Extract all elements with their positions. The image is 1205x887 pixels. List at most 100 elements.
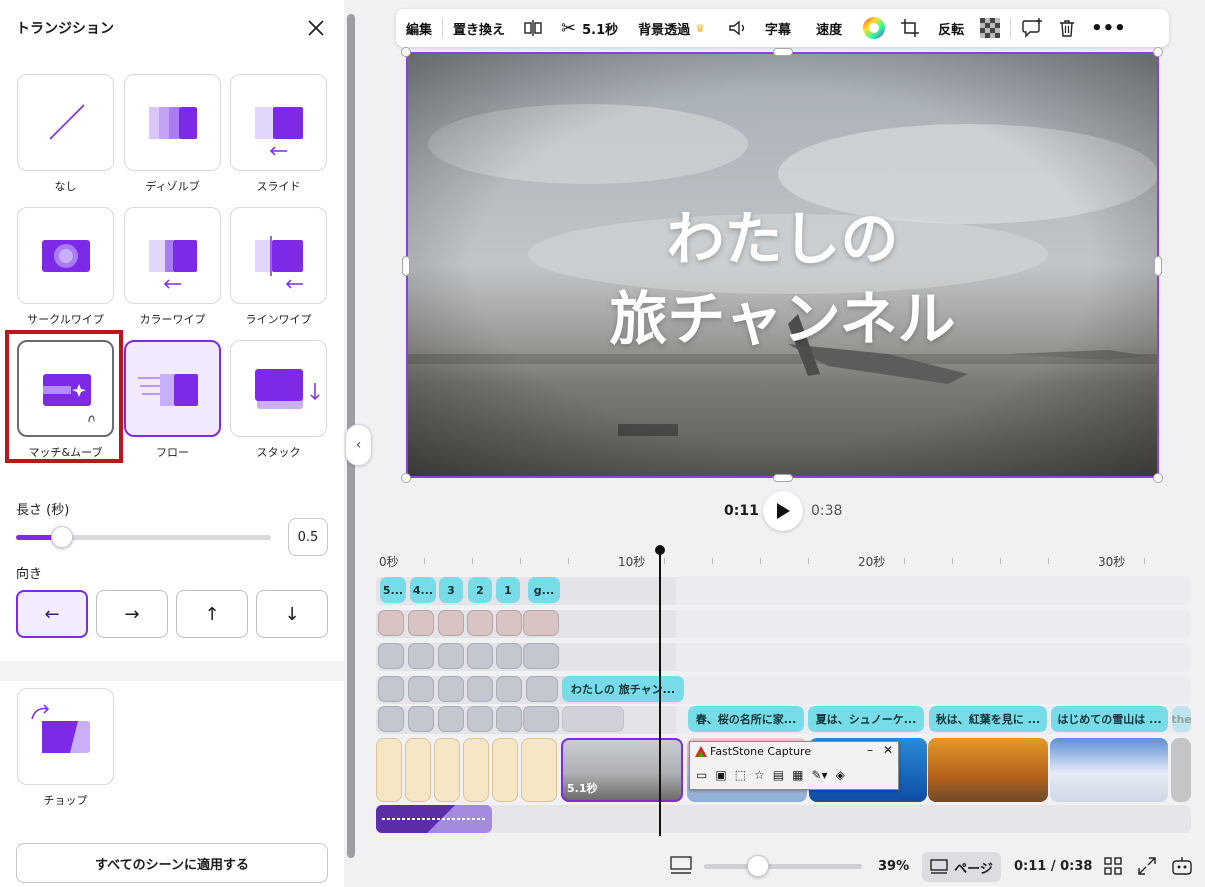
- apply-all-button[interactable]: すべてのシーンに適用する: [16, 843, 328, 883]
- volume-icon[interactable]: [727, 9, 747, 47]
- close-icon[interactable]: ✕: [883, 743, 893, 757]
- faststone-capture-window[interactable]: FastStone Capture – ✕ ▭ ▣ ⬚ ☆ ▤ ▦ ✎▾ ◈: [689, 741, 899, 790]
- speed-button[interactable]: 速度: [816, 9, 842, 47]
- capture-region-icon[interactable]: ⬚: [735, 768, 746, 782]
- graphic-element[interactable]: [562, 706, 624, 732]
- transition-color-wipe[interactable]: カラーワイプ: [124, 207, 221, 327]
- resize-handle[interactable]: [401, 47, 411, 57]
- settings-icon[interactable]: ◈: [836, 768, 845, 782]
- canvas-title[interactable]: わたしの 旅チャンネル: [408, 199, 1157, 359]
- resize-handle[interactable]: [1153, 473, 1163, 483]
- length-input[interactable]: 0.5: [288, 518, 328, 556]
- title-text-chip[interactable]: わたしの 旅チャン...: [562, 676, 684, 702]
- color-wheel-icon[interactable]: [862, 9, 886, 47]
- shape-element[interactable]: [438, 610, 464, 636]
- graphic-element[interactable]: [467, 706, 493, 732]
- transition-slide[interactable]: スライド: [230, 74, 327, 194]
- scene-thumbnail[interactable]: [463, 738, 489, 802]
- capture-object-icon[interactable]: ▣: [715, 768, 726, 782]
- graphic-element[interactable]: [408, 676, 434, 702]
- edit-button[interactable]: 編集: [406, 9, 432, 47]
- graphic-element[interactable]: [467, 643, 493, 669]
- graphic-element[interactable]: [467, 676, 493, 702]
- more-icon[interactable]: •••: [1091, 9, 1126, 47]
- flip-button[interactable]: 反転: [938, 9, 964, 47]
- graphic-element[interactable]: [408, 706, 434, 732]
- scene-thumbnail[interactable]: [1171, 738, 1191, 802]
- scene-thumbnail[interactable]: [434, 738, 460, 802]
- zoom-slider[interactable]: [704, 864, 862, 869]
- resize-handle[interactable]: [773, 48, 793, 56]
- captions-button[interactable]: 字幕: [765, 9, 791, 47]
- resize-handle[interactable]: [1154, 256, 1162, 276]
- direction-left-button[interactable]: ←: [16, 590, 88, 638]
- shape-element[interactable]: [523, 610, 559, 636]
- shape-element[interactable]: [496, 610, 522, 636]
- caption-chip[interactable]: the: [1172, 706, 1191, 732]
- graphic-element[interactable]: [438, 676, 464, 702]
- playhead[interactable]: [659, 548, 661, 836]
- fullscreen-icon[interactable]: [1138, 857, 1156, 879]
- assistant-bot-icon[interactable]: [1171, 855, 1193, 881]
- scene-thumbnail[interactable]: [521, 738, 557, 802]
- caption-chip[interactable]: 春、桜の名所に家...: [688, 706, 804, 732]
- page-view-button[interactable]: ページ: [922, 852, 1001, 882]
- transition-chop[interactable]: チョップ: [17, 688, 114, 808]
- audio-clip[interactable]: [376, 805, 492, 833]
- graphic-element[interactable]: [378, 706, 404, 732]
- resize-handle[interactable]: [1153, 47, 1163, 57]
- direction-right-button[interactable]: →: [96, 590, 168, 638]
- collapse-panel-button[interactable]: ‹: [345, 424, 372, 466]
- transition-line-wipe[interactable]: ラインワイプ: [230, 207, 327, 327]
- direction-down-button[interactable]: ↓: [256, 590, 328, 638]
- playhead-knob[interactable]: [655, 545, 665, 555]
- resize-handle[interactable]: [402, 256, 410, 276]
- direction-up-button[interactable]: ↑: [176, 590, 248, 638]
- caption-chip[interactable]: 夏は、シュノーケ...: [808, 706, 924, 732]
- graphic-element[interactable]: [378, 643, 404, 669]
- graphic-element[interactable]: [526, 676, 558, 702]
- capture-freehand-icon[interactable]: ☆: [754, 768, 765, 782]
- transition-circle-wipe[interactable]: サークルワイプ: [17, 207, 114, 327]
- shape-element[interactable]: [378, 610, 404, 636]
- countdown-chip[interactable]: g...: [528, 577, 560, 603]
- comment-add-icon[interactable]: [1021, 9, 1043, 47]
- palette-icon[interactable]: ✎▾: [811, 768, 827, 782]
- graphic-element[interactable]: [523, 706, 559, 732]
- zoom-slider-knob[interactable]: [746, 855, 769, 877]
- countdown-chip[interactable]: 1: [496, 577, 520, 603]
- close-icon[interactable]: [304, 16, 328, 40]
- scene-thumbnail[interactable]: [376, 738, 402, 802]
- transition-none[interactable]: なし: [17, 74, 114, 194]
- shape-element[interactable]: [408, 610, 434, 636]
- transparency-icon[interactable]: [980, 9, 1001, 47]
- resize-handle[interactable]: [401, 473, 411, 483]
- trash-icon[interactable]: [1057, 9, 1077, 47]
- resize-handle[interactable]: [773, 474, 793, 482]
- graphic-element[interactable]: [496, 643, 522, 669]
- countdown-chip[interactable]: 4...: [410, 577, 436, 603]
- countdown-chip[interactable]: 2: [468, 577, 492, 603]
- transition-flow[interactable]: フロー: [124, 340, 221, 460]
- countdown-chip[interactable]: 5...: [380, 577, 406, 603]
- graphic-element[interactable]: [438, 643, 464, 669]
- scene-thumbnail[interactable]: [492, 738, 518, 802]
- video-canvas[interactable]: わたしの 旅チャンネル: [406, 52, 1159, 478]
- replace-button[interactable]: 置き換え: [453, 9, 505, 47]
- split-icon[interactable]: [523, 9, 543, 47]
- caption-chip[interactable]: はじめての雪山は ...: [1051, 706, 1168, 732]
- crop-icon[interactable]: [900, 9, 920, 47]
- shape-element[interactable]: [467, 610, 493, 636]
- graphic-element[interactable]: [523, 643, 559, 669]
- capture-scroll-icon[interactable]: ▦: [792, 768, 803, 782]
- minimize-icon[interactable]: –: [867, 743, 873, 757]
- scene-thumbnail[interactable]: [928, 738, 1048, 802]
- caption-chip[interactable]: 秋は、紅葉を見に ...: [929, 706, 1047, 732]
- graphic-element[interactable]: [496, 676, 522, 702]
- timeline-ruler[interactable]: 0秒 10秒 20秒 30秒: [376, 546, 1191, 569]
- graphic-element[interactable]: [438, 706, 464, 732]
- trim-button[interactable]: ✂ 5.1秒: [561, 9, 618, 47]
- graphic-element[interactable]: [496, 706, 522, 732]
- bg-remove-button[interactable]: 背景透過 ♛: [638, 9, 705, 47]
- capture-fullscreen-icon[interactable]: ▤: [773, 768, 784, 782]
